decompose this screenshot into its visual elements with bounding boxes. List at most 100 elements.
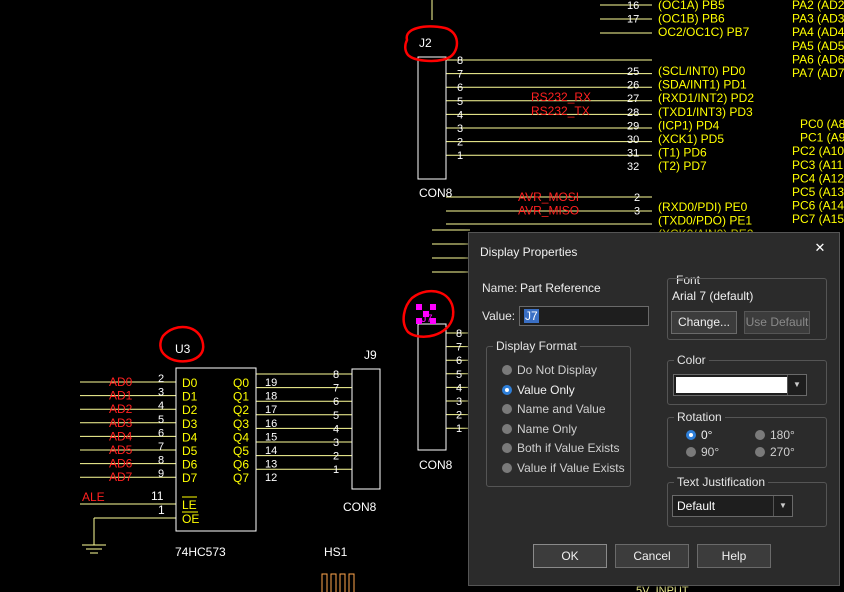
net-label[interactable]: AD7 [109, 470, 133, 484]
display-format-group: Display Format Do Not Display Value Only N… [486, 339, 631, 487]
ale-net-label[interactable]: ALE [82, 490, 105, 504]
j2-ref[interactable]: J2 [419, 36, 432, 50]
j9-connector-body[interactable] [351, 368, 381, 490]
justification-value: Default [677, 499, 716, 513]
net-label[interactable]: AD2 [109, 402, 133, 416]
radio-button-icon[interactable] [755, 430, 765, 440]
chevron-down-icon[interactable]: ▼ [787, 375, 806, 395]
radio-button-icon[interactable] [502, 365, 512, 375]
pin-number: 6 [456, 355, 462, 367]
pin-number: 7 [457, 69, 463, 81]
radio-button-icon[interactable] [502, 423, 512, 434]
color-picker[interactable]: ▼ [673, 374, 807, 396]
heatsink-icon [321, 573, 355, 592]
le-pin-name: LE [182, 498, 197, 512]
j9-type: CON8 [343, 500, 377, 514]
color-group: Color ▼ [667, 353, 827, 405]
net-label[interactable]: AD6 [109, 457, 133, 471]
value-input[interactable]: J7 [519, 306, 649, 326]
radio-button-icon[interactable] [686, 430, 696, 440]
radio-button-icon[interactable] [502, 384, 512, 395]
display-format-option[interactable]: Name Only [502, 422, 577, 436]
pin-name: D2 [182, 403, 198, 417]
net-label[interactable]: AD3 [109, 416, 133, 430]
pin-name: D5 [182, 444, 198, 458]
selection-handle[interactable] [430, 304, 436, 310]
cancel-button[interactable]: Cancel [615, 544, 689, 568]
j2-connector-body[interactable] [417, 56, 447, 180]
option-label: 90° [701, 445, 720, 459]
net-label[interactable]: AD5 [109, 443, 133, 457]
radio-button-icon[interactable] [502, 443, 512, 454]
pin-number: 18 [265, 391, 277, 403]
net-label[interactable]: AVR_MISO [518, 204, 579, 218]
pin-name: (OC1B) PB6 [658, 12, 725, 26]
pin-number: 17 [265, 404, 277, 416]
pin-number: 8 [333, 369, 339, 381]
net-label[interactable]: RS232_TX [531, 104, 590, 118]
rotation-option[interactable]: 90° [686, 445, 719, 459]
radio-button-icon[interactable] [502, 463, 512, 473]
display-format-option[interactable]: Name and Value [502, 402, 606, 416]
pin-name: D3 [182, 417, 198, 431]
j9-ref[interactable]: J9 [364, 348, 377, 362]
pin-name: Q3 [233, 417, 249, 431]
color-swatch [676, 377, 788, 393]
net-label[interactable]: AD0 [109, 375, 133, 389]
dialog-titlebar[interactable]: Display Properties ✕ [469, 233, 839, 267]
display-format-option[interactable]: Value if Value Exists [502, 461, 625, 475]
pin-name: (TXD1/INT3) PD3 [658, 105, 753, 119]
option-label: 180° [770, 428, 795, 442]
close-icon[interactable]: ✕ [811, 239, 829, 257]
display-properties-dialog[interactable]: Display Properties ✕ Name: Part Referenc… [468, 232, 840, 586]
radio-button-icon[interactable] [755, 447, 765, 457]
u3-right-pins: Q0 19 Q1 18 Q2 17 Q3 16 Q4 15 Q5 14 Q6 13 Q7 12 [233, 376, 277, 485]
display-format-option[interactable]: Do Not Display [502, 363, 597, 377]
pin-name: (OC1A) PB5 [658, 0, 725, 12]
selection-handle[interactable] [423, 311, 429, 317]
selection-handle[interactable] [416, 304, 422, 310]
radio-button-icon[interactable] [502, 404, 512, 415]
pin-number: 6 [457, 82, 463, 94]
net-label[interactable]: 5V_INPUT [636, 585, 689, 592]
j7-ref-selection[interactable]: J7 [416, 304, 436, 325]
pin-name: PA4 (AD4 [792, 25, 844, 39]
pin-number: 3 [457, 123, 463, 135]
radio-button-icon[interactable] [686, 447, 696, 457]
net-label[interactable]: AD4 [109, 429, 133, 443]
display-format-title: Display Format [493, 339, 580, 353]
pin-name: Q7 [233, 471, 249, 485]
pin-name: D4 [182, 430, 198, 444]
pin-name: PA7 (AD7 [792, 66, 844, 80]
dialog-title: Display Properties [480, 245, 578, 259]
selection-handle[interactable] [430, 318, 436, 324]
net-label[interactable]: RS232_RX [531, 90, 591, 104]
pin-name: Q1 [233, 390, 249, 404]
u3-ref[interactable]: U3 [175, 342, 191, 356]
help-button[interactable]: Help [697, 544, 771, 568]
pin-number: 17 [627, 14, 639, 26]
pin-name: D0 [182, 376, 198, 390]
hs1-ref[interactable]: HS1 [324, 545, 348, 559]
rotation-option[interactable]: 180° [755, 428, 795, 442]
color-title: Color [674, 353, 709, 367]
j2-pin-numbers: 8 76 54 3 21 [457, 55, 463, 162]
selection-handle[interactable] [416, 318, 422, 324]
pin-name: D1 [182, 390, 198, 404]
justification-select[interactable]: Default ▼ [672, 495, 793, 517]
chevron-down-icon[interactable]: ▼ [773, 496, 792, 516]
pin-number: 16 [627, 0, 639, 12]
net-label[interactable]: AD1 [109, 389, 133, 403]
display-format-option[interactable]: Value Only [502, 383, 575, 397]
pin-number: 8 [158, 455, 164, 467]
net-label[interactable]: AVR_MOSI [518, 190, 579, 204]
rotation-option[interactable]: 0° [686, 428, 712, 442]
j7-connector-body[interactable] [417, 323, 447, 451]
option-label: 0° [701, 428, 713, 442]
pin-number: 8 [457, 55, 463, 67]
rotation-option[interactable]: 270° [755, 445, 795, 459]
display-format-option[interactable]: Both if Value Exists [502, 441, 620, 455]
ok-button[interactable]: OK [533, 544, 607, 568]
pin-name: D7 [182, 471, 198, 485]
pin-number: 4 [456, 382, 462, 394]
